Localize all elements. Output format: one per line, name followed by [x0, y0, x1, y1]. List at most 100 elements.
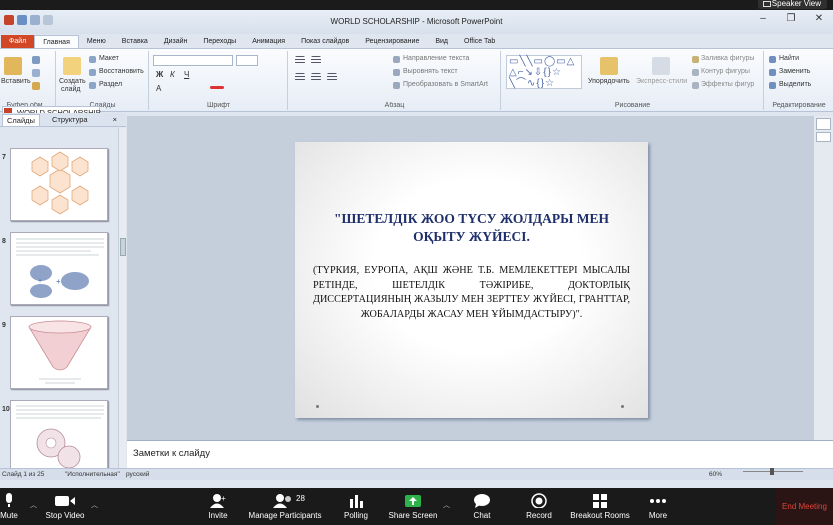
slide-counter: Слайд 1 из 25	[2, 471, 45, 478]
pane-close-icon[interactable]: ×	[109, 114, 121, 125]
tab-insert[interactable]: Вставка	[114, 35, 156, 49]
thumbnail-slide-8[interactable]: + +	[10, 232, 108, 305]
select-button[interactable]: Выделить	[779, 81, 811, 88]
shape-fill-button[interactable]: Заливка фигуры	[701, 55, 754, 62]
more-button[interactable]: More	[644, 491, 672, 520]
corner-dot	[316, 405, 319, 408]
text-direction-icon	[393, 56, 400, 63]
new-slide-label[interactable]: Создать	[59, 78, 86, 85]
polling-icon	[350, 495, 363, 508]
group-slides: Создать слайд Макет Восстановить Раздел …	[57, 51, 149, 110]
numbering-icon[interactable]	[311, 56, 321, 64]
mute-button[interactable]: Mute	[0, 491, 22, 520]
format-painter-icon[interactable]	[32, 82, 40, 90]
thumbnail-slide-7[interactable]	[10, 148, 108, 221]
language[interactable]: русский	[126, 471, 149, 478]
shape-outline-button[interactable]: Контур фигуры	[701, 68, 750, 75]
tab-view[interactable]: Вид	[427, 35, 456, 49]
video-options-caret-icon[interactable]: ︿	[91, 500, 98, 510]
thumbnail-slide-9[interactable]	[10, 316, 108, 389]
slide-title[interactable]: "ШЕТЕЛДІК ЖОО ТҮСУ ЖОЛДАРЫ МЕН ОҚЫТУ ЖҮЙ…	[307, 210, 636, 246]
speaker-view-button[interactable]: Speaker View	[757, 0, 827, 9]
participants-button[interactable]: Manage Participants	[246, 491, 324, 520]
slide-body-text[interactable]: (ТҮРКИЯ, ЕУРОПА, АҚШ ЖӘНЕ Т.Б. МЕМЛЕКЕТТ…	[313, 264, 630, 322]
tab-transitions[interactable]: Переходы	[195, 35, 244, 49]
find-button[interactable]: Найти	[779, 55, 799, 62]
tab-outline-pane[interactable]: Структура	[48, 114, 92, 125]
align-right-icon[interactable]	[327, 73, 337, 81]
zoom-slider-knob[interactable]	[770, 468, 774, 475]
layout-button[interactable]: Макет	[99, 55, 119, 62]
new-slide-icon[interactable]	[63, 57, 81, 75]
clear-format-icon[interactable]: A	[156, 84, 161, 93]
scroll-up-icon[interactable]	[816, 118, 831, 130]
pane-tabs: Слайды Структура ×	[0, 113, 126, 127]
italic-icon[interactable]: К	[170, 70, 175, 79]
font-name-field[interactable]	[153, 55, 233, 66]
bold-icon[interactable]: Ж	[156, 70, 163, 79]
chat-icon	[474, 494, 490, 508]
chat-button[interactable]: Chat	[468, 491, 496, 520]
shape-effects-button[interactable]: Эффекты фигур	[701, 81, 754, 88]
align-center-icon[interactable]	[311, 73, 321, 81]
tab-slides-pane[interactable]: Слайды	[2, 114, 40, 126]
shapes-gallery[interactable]: ▭╲╲▭◯▭△ △⌐↘⇩{}☆ ╲⌒∿{}☆	[506, 55, 582, 89]
editor-scrollbar[interactable]	[813, 116, 833, 440]
tab-animation[interactable]: Анимация	[244, 35, 293, 49]
quick-styles-button[interactable]: Экспресс-стили	[636, 78, 687, 85]
tab-review[interactable]: Рецензирование	[357, 35, 427, 49]
window-controls: – ❐ ✕	[749, 10, 833, 28]
share-screen-button[interactable]: Share Screen	[386, 491, 440, 520]
minimize-icon[interactable]: –	[749, 10, 777, 28]
font-color-icon[interactable]	[210, 86, 224, 89]
copy-icon[interactable]	[32, 69, 40, 77]
breakout-rooms-button[interactable]: Breakout Rooms	[568, 491, 632, 520]
cut-icon[interactable]	[32, 56, 40, 64]
reset-button[interactable]: Восстановить	[99, 68, 144, 75]
tab-file[interactable]: Файл	[1, 35, 35, 49]
quick-styles-icon[interactable]	[652, 57, 670, 75]
text-direction-button[interactable]: Направление текста	[403, 55, 469, 62]
restore-icon[interactable]: ❐	[777, 10, 805, 28]
bullets-icon[interactable]	[295, 56, 305, 64]
align-text-icon	[393, 69, 400, 76]
stop-video-button[interactable]: Stop Video	[42, 491, 88, 520]
zoom-percent[interactable]: 60%	[709, 471, 722, 478]
replace-button[interactable]: Заменить	[779, 68, 810, 75]
tab-menu[interactable]: Меню	[79, 35, 114, 49]
align-left-icon[interactable]	[295, 73, 305, 81]
invite-button[interactable]: + Invite	[203, 491, 233, 520]
current-slide[interactable]: "ШЕТЕЛДІК ЖОО ТҮСУ ЖОЛДАРЫ МЕН ОҚЫТУ ЖҮЙ…	[295, 142, 648, 418]
end-meeting-button[interactable]: End Meeting	[776, 488, 833, 525]
replace-icon	[769, 69, 776, 76]
underline-icon[interactable]: Ч	[184, 70, 189, 79]
notes-pane[interactable]: Заметки к слайду	[127, 440, 833, 468]
editor-scroll-thumb[interactable]	[816, 132, 831, 142]
tab-slideshow[interactable]: Показ слайдов	[293, 35, 357, 49]
invite-label: Invite	[208, 511, 228, 520]
thumbnail-scrollbar[interactable]	[118, 128, 126, 468]
arrange-button[interactable]: Упорядочить	[588, 78, 630, 85]
close-window-icon[interactable]: ✕	[805, 10, 833, 28]
mute-options-caret-icon[interactable]: ︿	[30, 500, 37, 510]
font-size-field[interactable]	[236, 55, 258, 66]
section-button[interactable]: Раздел	[99, 81, 122, 88]
smartart-button[interactable]: Преобразовать в SmartArt	[403, 81, 488, 88]
smartart-icon	[393, 82, 400, 89]
polling-button[interactable]: Polling	[340, 491, 372, 520]
zoom-slider[interactable]	[743, 468, 803, 475]
paste-label[interactable]: Вставить	[1, 78, 31, 85]
font-group-label: Шрифт	[206, 102, 231, 109]
thumbnail-scroll-thumb[interactable]	[120, 238, 126, 256]
polling-label: Polling	[343, 511, 368, 520]
arrange-icon[interactable]	[600, 57, 618, 75]
paste-icon[interactable]	[4, 57, 22, 75]
thumbnail-number: 9	[2, 322, 6, 329]
record-button[interactable]: Record	[523, 491, 555, 520]
thumbnail-slide-10[interactable]	[10, 400, 108, 468]
tab-office-tab[interactable]: Office Tab	[456, 35, 503, 49]
align-text-button[interactable]: Выровнять текст	[403, 68, 458, 75]
tab-home[interactable]: Главная	[34, 35, 79, 49]
tab-design[interactable]: Дизайн	[156, 35, 196, 49]
share-options-caret-icon[interactable]: ︿	[443, 500, 450, 510]
